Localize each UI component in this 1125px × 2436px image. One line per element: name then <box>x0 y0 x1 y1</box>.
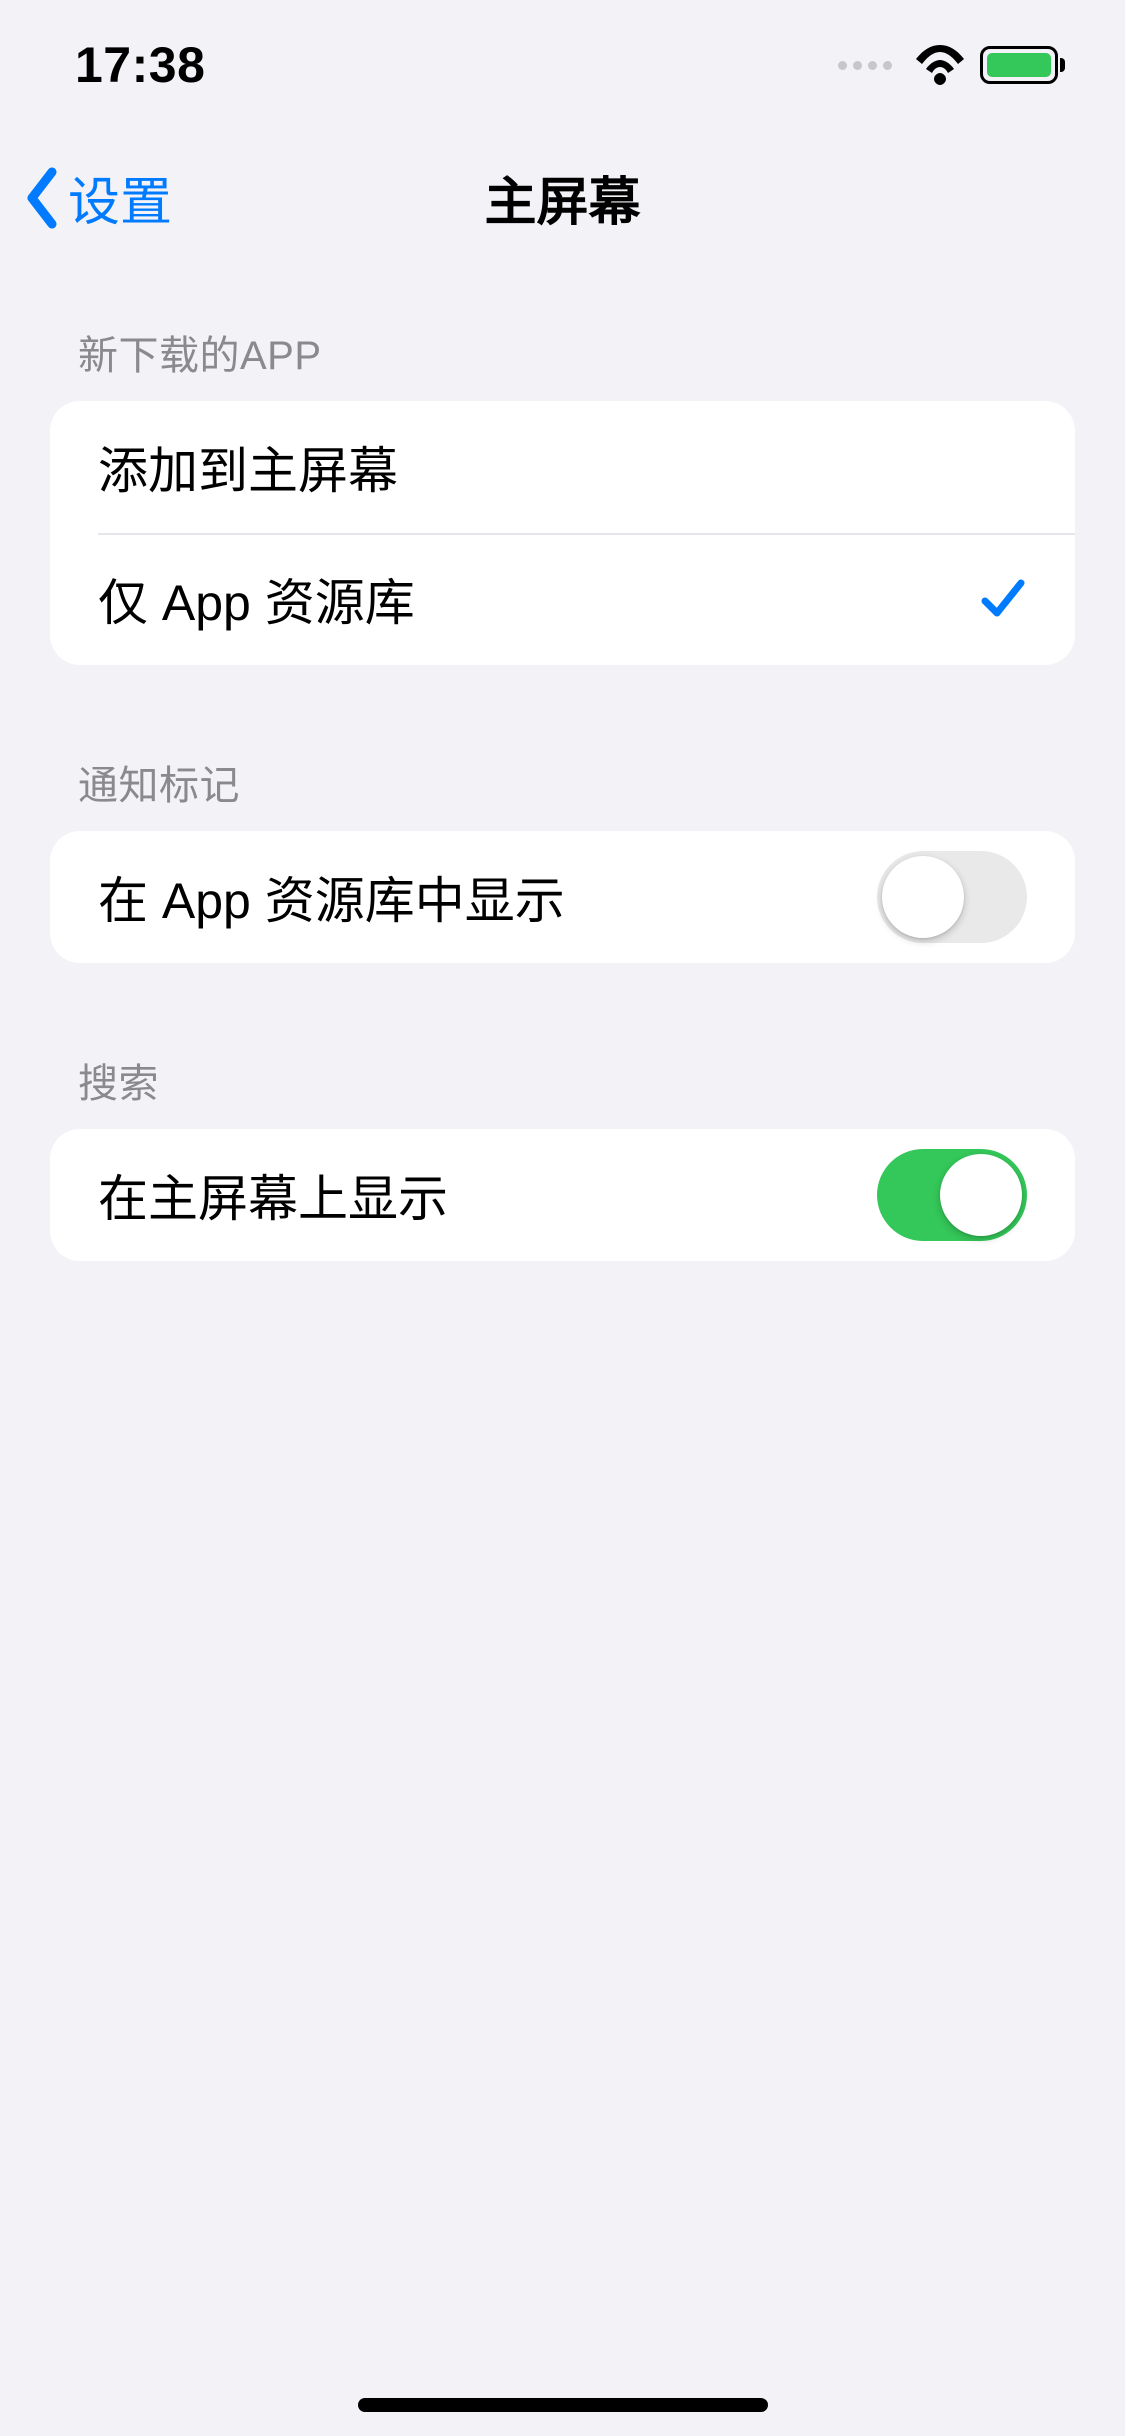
section-new-downloads: 新下载的APP 添加到主屏幕 仅 App 资源库 <box>50 305 1075 665</box>
row-show-on-home: 在主屏幕上显示 <box>50 1129 1075 1261</box>
toggle-knob <box>940 1154 1022 1236</box>
section-badges: 通知标记 在 App 资源库中显示 <box>50 735 1075 963</box>
section-header-new-downloads: 新下载的APP <box>50 305 1075 401</box>
chevron-left-icon <box>24 166 60 230</box>
home-indicator[interactable] <box>358 2398 768 2412</box>
checkmark-icon <box>979 575 1027 623</box>
battery-icon <box>980 46 1065 84</box>
cellular-dots-icon <box>838 61 892 70</box>
option-app-library-only[interactable]: 仅 App 资源库 <box>50 533 1075 665</box>
section-search: 搜索 在主屏幕上显示 <box>50 1033 1075 1261</box>
section-header-search: 搜索 <box>50 1033 1075 1129</box>
toggle-knob <box>882 856 964 938</box>
show-in-library-label: 在 App 资源库中显示 <box>98 861 565 933</box>
option-add-to-home-label: 添加到主屏幕 <box>98 431 398 503</box>
nav-bar: 设置 主屏幕 <box>0 130 1125 265</box>
back-button[interactable]: 设置 <box>24 160 172 235</box>
group-search: 在主屏幕上显示 <box>50 1129 1075 1261</box>
status-icons <box>838 45 1065 85</box>
toggle-show-in-library[interactable] <box>877 851 1027 943</box>
wifi-icon <box>914 45 966 85</box>
status-bar: 17:38 <box>0 0 1125 130</box>
show-on-home-label: 在主屏幕上显示 <box>98 1159 448 1231</box>
row-show-in-library: 在 App 资源库中显示 <box>50 831 1075 963</box>
option-add-to-home[interactable]: 添加到主屏幕 <box>50 401 1075 533</box>
group-badges: 在 App 资源库中显示 <box>50 831 1075 963</box>
toggle-show-on-home[interactable] <box>877 1149 1027 1241</box>
group-new-downloads: 添加到主屏幕 仅 App 资源库 <box>50 401 1075 665</box>
status-time: 17:38 <box>75 36 205 94</box>
section-header-badges: 通知标记 <box>50 735 1075 831</box>
back-label: 设置 <box>68 160 172 235</box>
page-title: 主屏幕 <box>30 160 1095 235</box>
option-app-library-only-label: 仅 App 资源库 <box>98 563 415 635</box>
